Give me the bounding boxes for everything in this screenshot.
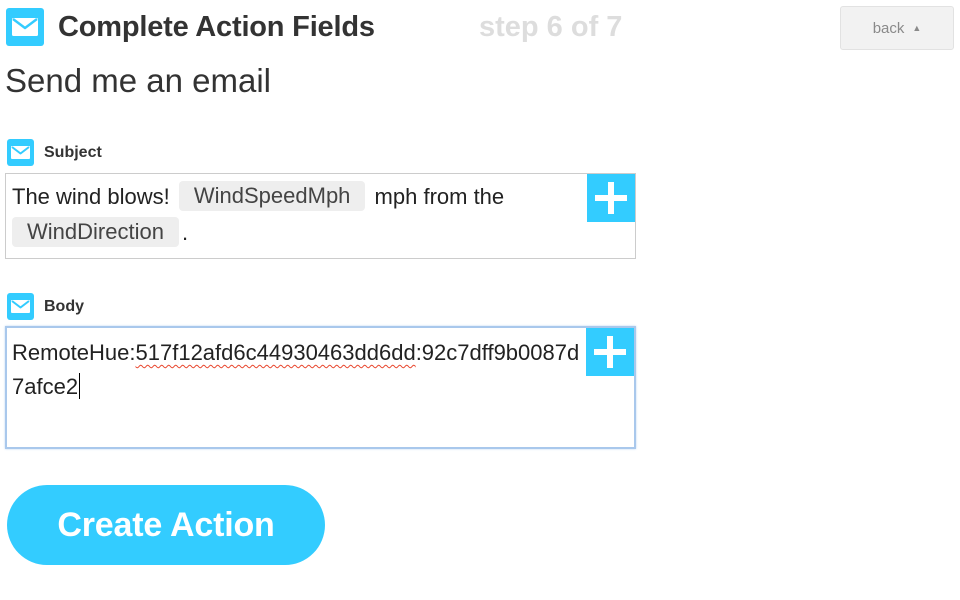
subject-field[interactable]: The wind blows! WindSpeedMph mph from th… xyxy=(5,173,636,259)
body-label-text: Body xyxy=(44,297,84,315)
ingredient-wind-direction[interactable]: WindDirection xyxy=(12,217,179,247)
body-text: RemoteHue xyxy=(12,340,130,365)
page-title: Complete Action Fields xyxy=(58,10,375,43)
ingredient-wind-speed-mph[interactable]: WindSpeedMph xyxy=(178,181,366,211)
back-button[interactable]: back ▲ xyxy=(840,6,954,50)
header: Complete Action Fields xyxy=(6,8,375,46)
misspelled-text: 517f12afd6c44930463dd6dd xyxy=(135,340,416,365)
email-envelope-icon xyxy=(7,139,34,166)
subject-label: Subject xyxy=(7,139,102,166)
email-envelope-icon xyxy=(7,293,34,320)
caret-up-icon: ▲ xyxy=(912,23,922,33)
add-ingredient-button[interactable] xyxy=(586,328,634,376)
subject-text: The wind blows! xyxy=(12,184,170,209)
back-button-label: back xyxy=(872,19,905,37)
subject-text: mph from the xyxy=(374,184,505,209)
complete-action-fields-page: Complete Action Fields step 6 of 7 back … xyxy=(0,0,960,600)
subject-text: . xyxy=(181,220,189,245)
body-label: Body xyxy=(7,293,84,320)
create-action-button[interactable]: Create Action xyxy=(7,485,325,565)
subject-label-text: Subject xyxy=(44,143,102,161)
text-cursor xyxy=(79,373,81,399)
subject-content: The wind blows! WindSpeedMph mph from th… xyxy=(12,179,582,251)
add-ingredient-button[interactable] xyxy=(587,174,635,222)
body-field[interactable]: RemoteHue:517f12afd6c44930463dd6dd:92c7d… xyxy=(5,326,636,449)
body-content: RemoteHue:517f12afd6c44930463dd6dd:92c7d… xyxy=(12,336,582,404)
action-name: Send me an email xyxy=(5,62,271,99)
email-envelope-icon xyxy=(6,8,44,46)
step-indicator: step 6 of 7 xyxy=(479,11,623,43)
